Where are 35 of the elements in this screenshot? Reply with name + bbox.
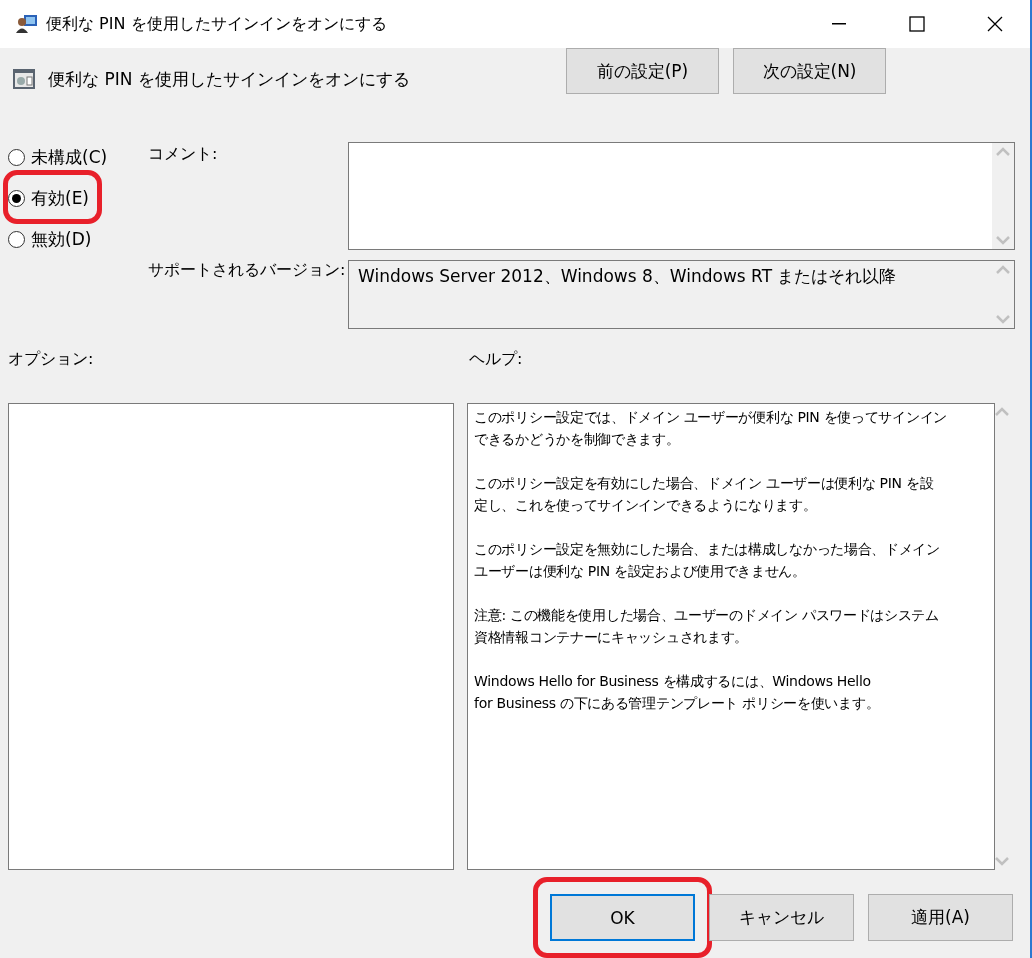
policy-heading: 便利な PIN を使用したサインインをオンにする [48, 68, 410, 91]
help-paragraph: このポリシー設定では、ドメイン ユーザーが便利な PIN を使ってサインイン できるかどうかを制御できます。 [474, 408, 948, 449]
maximize-icon [909, 16, 925, 32]
radio-button[interactable] [8, 231, 25, 248]
help-label: ヘルプ: [469, 349, 524, 370]
scroll-down-icon[interactable] [996, 315, 1010, 324]
supported-label: サポートされるバージョン: [148, 260, 347, 281]
scroll-down-icon[interactable] [995, 857, 1009, 866]
help-paragraph: このポリシー設定を有効にした場合、ドメイン ユーザーは便利な PIN を設 定し、これを使ってサインインできるようになります。 [474, 474, 935, 515]
policy-setting-icon [12, 68, 36, 90]
help-paragraph: このポリシー設定を無効にした場合、または構成しなかった場合、ドメイン ユーザーは便利な PIN を設定および使用できません。 [474, 540, 941, 581]
state-radio-option[interactable]: 未構成(C) [8, 142, 108, 173]
scroll-down-icon[interactable] [996, 236, 1010, 245]
dialog-button[interactable]: 適用(A) [868, 894, 1013, 941]
supported-versions-text: Windows Server 2012、Windows 8、Windows RT またはそれ以降 [357, 265, 898, 288]
dialog-button[interactable]: OK [550, 894, 695, 941]
close-icon [987, 16, 1003, 32]
window-title: 便利な PIN を使用したサインインをオンにする [46, 13, 388, 35]
navigation-button[interactable]: 前の設定(P) [566, 48, 719, 94]
scroll-up-icon[interactable] [995, 407, 1009, 416]
scroll-up-icon[interactable] [996, 265, 1010, 274]
dialog-button[interactable]: キャンセル [709, 894, 854, 941]
help-paragraph: 注意: この機能を使用した場合、ユーザーのドメイン パスワードはシステム 資格情報コンテナーにキャッシュされます。 [474, 606, 940, 647]
comment-field[interactable] [348, 142, 1015, 250]
minimize-icon [832, 23, 846, 25]
scroll-up-icon[interactable] [996, 147, 1010, 156]
state-radio-option[interactable]: 無効(D) [8, 224, 92, 255]
radio-button[interactable] [8, 149, 25, 166]
state-radio-option[interactable]: 有効(E) [8, 183, 89, 214]
navigation-button[interactable]: 次の設定(N) [733, 48, 886, 94]
radio-button[interactable] [8, 190, 25, 207]
computer-user-icon [16, 14, 38, 34]
comment-label: コメント: [148, 144, 219, 165]
help-paragraph: Windows Hello for Business を構成するには、Windows Hello for Business の下にある管理テンプレート ポリシーを使います。 [474, 672, 881, 713]
options-label: オプション: [8, 349, 95, 370]
